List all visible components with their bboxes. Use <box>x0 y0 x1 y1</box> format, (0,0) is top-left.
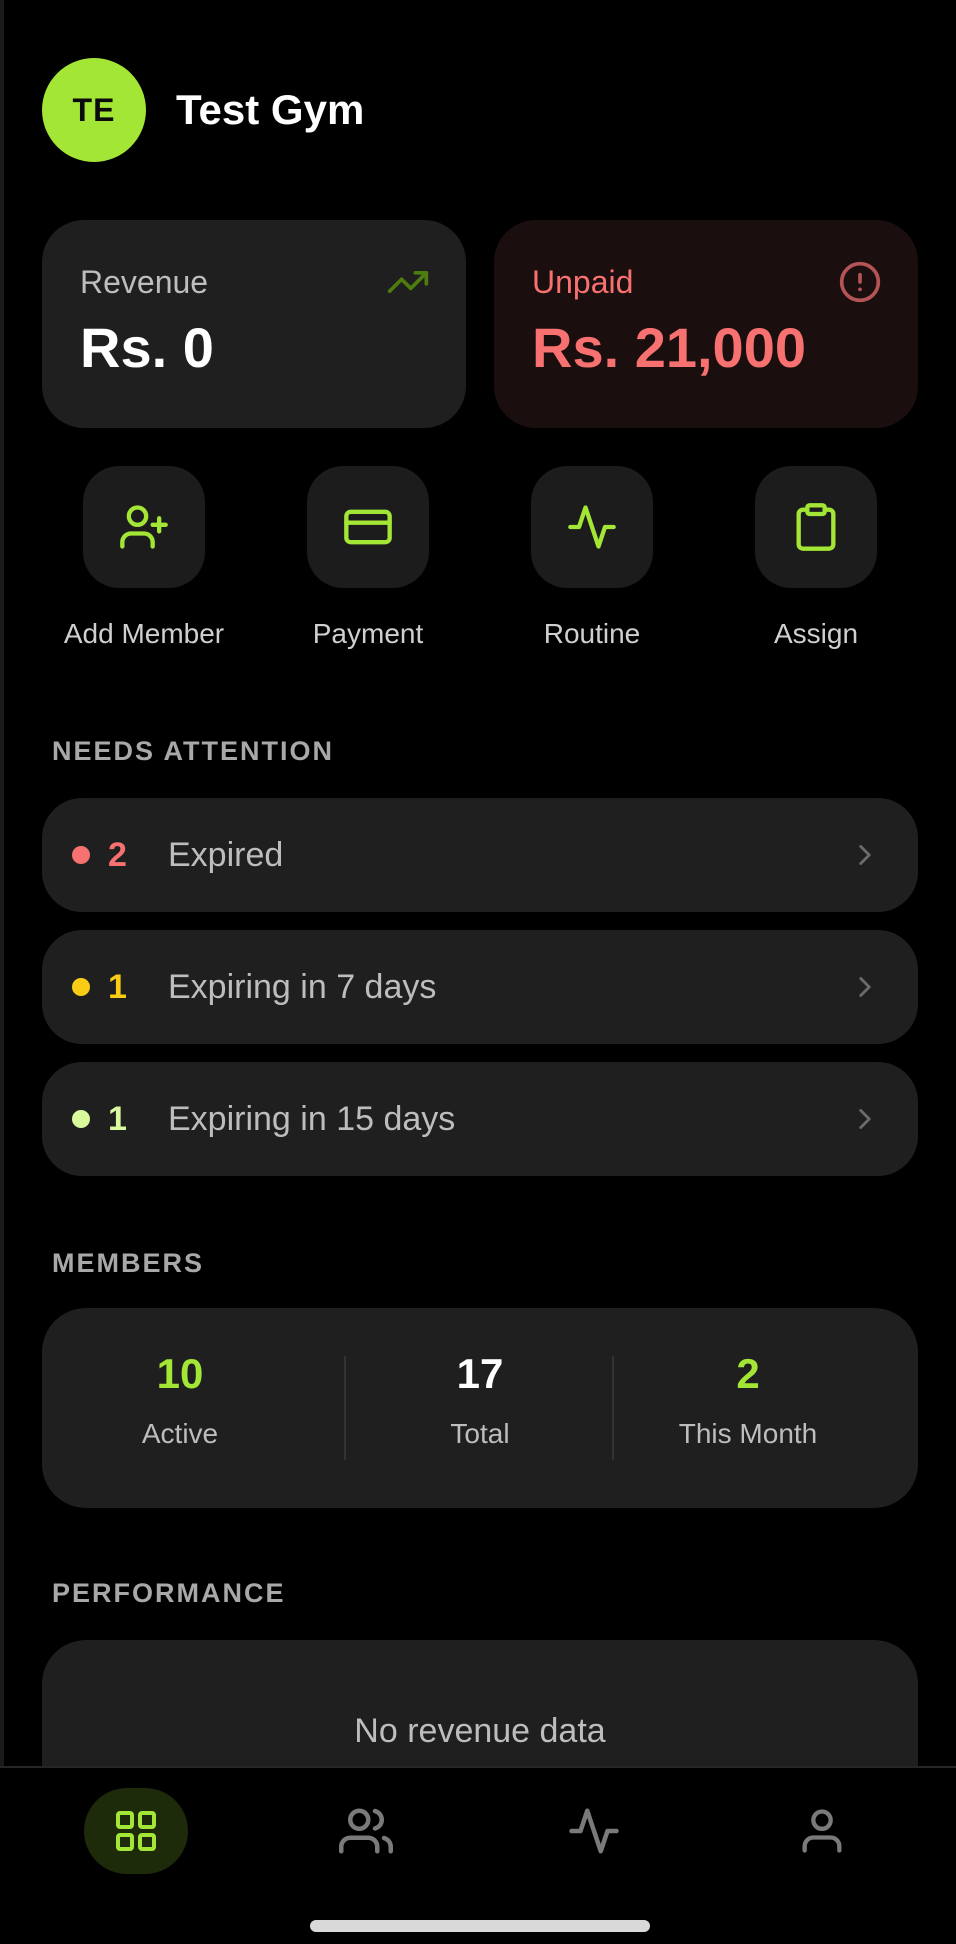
add-member-button[interactable] <box>83 466 205 588</box>
tab-profile[interactable] <box>770 1788 874 1874</box>
tab-members[interactable] <box>314 1788 418 1874</box>
assign-action[interactable]: Assign <box>704 466 928 650</box>
attention-label: Expiring in 7 days <box>168 967 437 1006</box>
revenue-value: Rs. 0 <box>80 316 214 379</box>
attention-count: 1 <box>108 1099 127 1138</box>
home-indicator[interactable] <box>310 1920 650 1932</box>
trending-up-icon <box>387 271 429 293</box>
tab-dashboard[interactable] <box>84 1788 188 1874</box>
attention-count: 2 <box>108 835 127 874</box>
no-revenue-text: No revenue data <box>354 1712 606 1750</box>
add-member-label: Add Member <box>63 618 225 649</box>
user-icon <box>802 1809 842 1853</box>
tab-activity[interactable] <box>542 1788 646 1874</box>
status-dot <box>72 978 90 996</box>
quick-actions: Add Member Payment Routine Assign <box>0 466 956 666</box>
routine-action[interactable]: Routine <box>480 466 704 650</box>
members-this-month-label: This Month <box>678 1418 818 1449</box>
members-active-value: 10 <box>156 1350 204 1397</box>
payment-button[interactable] <box>307 466 429 588</box>
attention-label: Expired <box>168 835 284 874</box>
payment-action[interactable]: Payment <box>256 466 480 650</box>
needs-attention-title: NEEDS ATTENTION <box>52 736 335 766</box>
performance-title: PERFORMANCE <box>52 1578 286 1608</box>
members-total-value: 17 <box>456 1350 504 1397</box>
members-card: 10 Active 17 Total 2 This Month <box>42 1308 918 1508</box>
members-total-label: Total <box>450 1418 510 1449</box>
members-this-month[interactable]: 2 This Month <box>614 1308 882 1508</box>
left-edge <box>0 0 4 1942</box>
alert-circle-icon <box>839 261 881 303</box>
grid-icon <box>116 1811 156 1851</box>
routine-button[interactable] <box>531 466 653 588</box>
add-member-action[interactable]: Add Member <box>32 466 256 650</box>
tab-bar <box>0 1766 956 1944</box>
assign-button[interactable] <box>755 466 877 588</box>
members-active-label: Active <box>141 1418 219 1449</box>
user-plus-icon <box>120 505 168 549</box>
unpaid-card[interactable]: Unpaid Rs. 21,000 <box>494 220 918 428</box>
chevron-right-icon <box>859 1109 871 1129</box>
unpaid-label: Unpaid <box>532 264 634 300</box>
activity-icon <box>568 505 616 549</box>
payment-label: Payment <box>312 618 424 649</box>
dashboard-screen: TE Test Gym Revenue Rs. 0 Unpaid Rs. 21,… <box>0 0 956 1944</box>
chevron-right-icon <box>859 977 871 997</box>
assign-label: Assign <box>773 618 859 649</box>
gym-name: Test Gym <box>176 86 365 133</box>
attention-row-expiring-7[interactable]: 1 Expiring in 7 days <box>42 930 918 1044</box>
credit-card-icon <box>344 509 392 545</box>
activity-icon <box>569 1808 619 1854</box>
status-dot <box>72 846 90 864</box>
chevron-right-icon <box>859 845 871 865</box>
attention-row-expired[interactable]: 2 Expired <box>42 798 918 912</box>
attention-count: 1 <box>108 967 127 1006</box>
attention-label: Expiring in 15 days <box>168 1099 456 1138</box>
unpaid-value: Rs. 21,000 <box>532 316 806 379</box>
avatar[interactable]: TE <box>42 58 146 162</box>
users-icon <box>339 1808 393 1854</box>
members-total[interactable]: 17 Total <box>346 1308 614 1508</box>
attention-row-expiring-15[interactable]: 1 Expiring in 15 days <box>42 1062 918 1176</box>
routine-label: Routine <box>543 618 641 649</box>
members-this-month-value: 2 <box>736 1350 760 1397</box>
status-dot <box>72 1110 90 1128</box>
clipboard-icon <box>796 503 836 551</box>
revenue-card[interactable]: Revenue Rs. 0 <box>42 220 466 428</box>
revenue-label: Revenue <box>80 264 209 300</box>
members-active[interactable]: 10 Active <box>46 1308 314 1508</box>
header: TE Test Gym <box>42 58 364 162</box>
members-title: MEMBERS <box>52 1248 205 1278</box>
